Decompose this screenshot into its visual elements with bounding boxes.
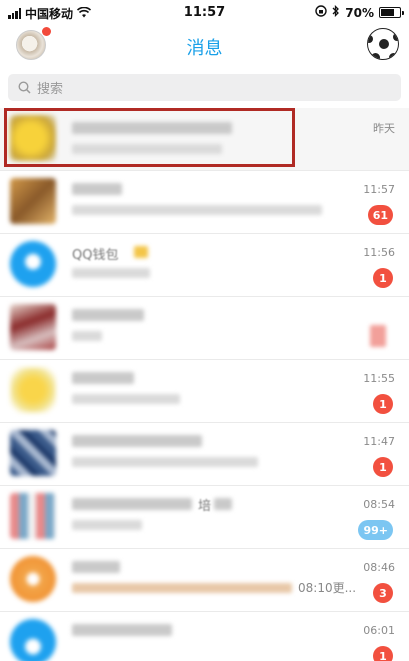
contact-name-redacted (72, 435, 202, 447)
contact-avatar (10, 619, 56, 661)
contact-name-tail-redacted (214, 498, 232, 510)
contact-name-redacted (72, 624, 172, 636)
nav-bar: 消息 (0, 26, 409, 66)
status-right: 70% (315, 4, 404, 20)
contact-name: QQ钱包 (72, 248, 119, 263)
contact-avatar (10, 304, 56, 350)
contact-name-redacted (72, 372, 134, 384)
unread-badge: 61 (367, 205, 393, 225)
message-time: 06:01 (363, 624, 395, 637)
orientation-lock-icon (315, 5, 327, 20)
contact-name-redacted (72, 183, 122, 195)
message-preview-redacted (72, 144, 222, 154)
conversation-item[interactable]: 11:47 1 (0, 423, 409, 486)
message-preview-redacted (72, 520, 142, 530)
conversation-item[interactable]: 08:10更... 08:46 3 (0, 549, 409, 612)
contact-avatar (10, 493, 56, 539)
contact-avatar (10, 367, 56, 413)
message-time: 11:55 (363, 372, 395, 385)
soccer-ball-icon[interactable] (367, 28, 399, 60)
message-preview-redacted (72, 583, 292, 593)
conversation-item[interactable] (0, 297, 409, 360)
contact-name-redacted (72, 561, 120, 573)
message-time: 11:57 (363, 183, 395, 196)
conversation-item[interactable]: 11:55 1 (0, 360, 409, 423)
message-preview-redacted (72, 268, 150, 278)
conversation-item[interactable]: 培 08:54 99+ (0, 486, 409, 549)
unread-badge: 99+ (358, 520, 393, 540)
message-preview-fragment: 08:10更... (298, 581, 357, 595)
badge-redacted (370, 325, 386, 347)
bluetooth-icon (332, 4, 340, 20)
search-icon (18, 81, 31, 94)
conversation-item[interactable]: QQ钱包 11:56 1 (0, 234, 409, 297)
conversation-item[interactable]: 昨天 (0, 108, 409, 171)
unread-badge: 1 (373, 646, 393, 661)
battery-percent: 70% (345, 5, 374, 20)
page-title: 消息 (186, 38, 223, 59)
contact-name-fragment: 培 (198, 499, 212, 514)
conversation-list: 昨天 11:57 61 QQ钱包 11:56 1 11:55 1 11:47 1 (0, 108, 409, 661)
unread-badge: 1 (373, 394, 393, 414)
contact-name-redacted (72, 309, 144, 321)
message-preview-redacted (72, 331, 102, 341)
conversation-item[interactable]: 11:57 61 (0, 171, 409, 234)
contact-avatar (10, 430, 56, 476)
contact-avatar (10, 115, 56, 161)
message-preview-redacted (72, 457, 258, 467)
message-time: 08:46 (363, 561, 395, 574)
contact-name-redacted (72, 498, 192, 510)
message-preview-redacted (72, 394, 180, 404)
battery-icon (379, 7, 404, 18)
message-time: 08:54 (363, 498, 395, 511)
search-bar[interactable]: 搜索 (8, 74, 401, 101)
contact-avatar (10, 178, 56, 224)
unread-badge: 3 (373, 583, 393, 603)
message-preview-redacted (72, 205, 322, 215)
contact-avatar (10, 556, 56, 602)
status-bar: 中国移动 11:57 70% (0, 0, 409, 26)
message-time: 昨天 (373, 122, 395, 135)
message-time: 11:47 (363, 435, 395, 448)
conversation-item[interactable]: 06:01 1 (0, 612, 409, 661)
message-time: 11:56 (363, 246, 395, 259)
search-placeholder: 搜索 (37, 82, 64, 97)
unread-badge: 1 (373, 457, 393, 477)
contact-name-tail-redacted (134, 246, 148, 258)
contact-name-redacted (72, 122, 232, 134)
unread-badge: 1 (373, 268, 393, 288)
contact-avatar (10, 241, 56, 287)
